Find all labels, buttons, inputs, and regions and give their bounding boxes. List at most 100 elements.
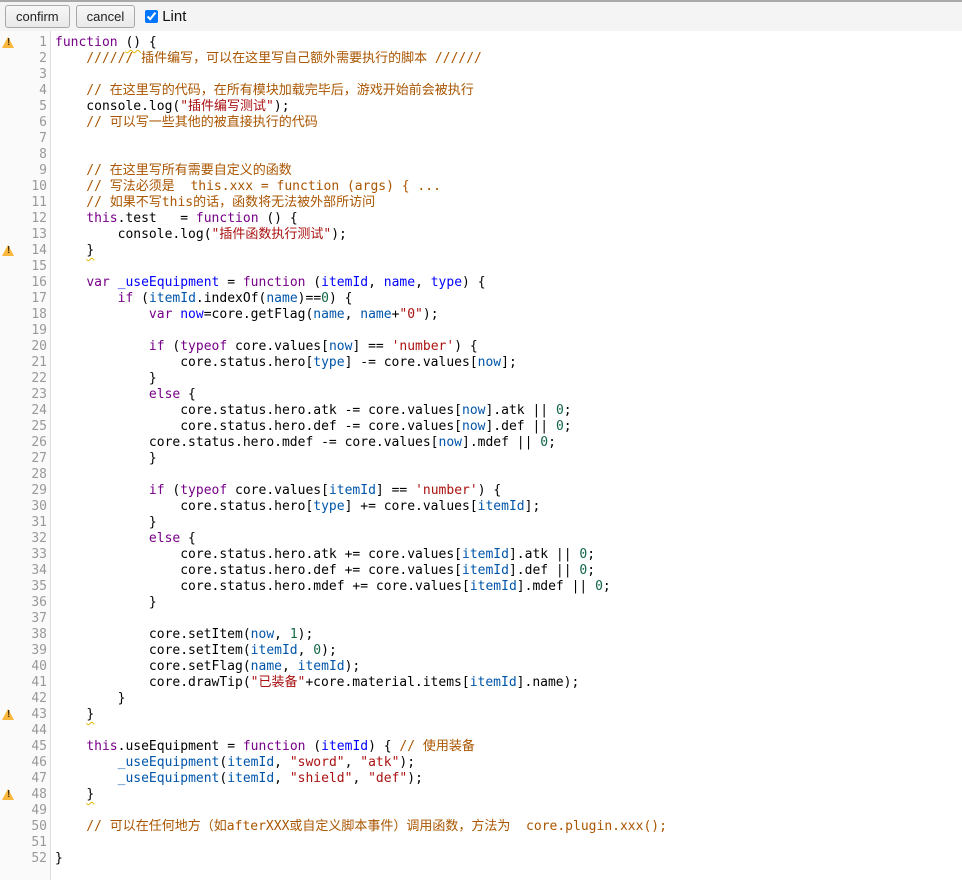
code-text[interactable]: core.status.hero.atk += core.values[item…	[47, 547, 595, 563]
code-text[interactable]: _useEquipment(itemId, "sword", "atk");	[47, 755, 415, 771]
code-text[interactable]: ////// 插件编写，可以在这里写自己额外需要执行的脚本 //////	[47, 51, 482, 67]
code-text[interactable]: this.test = function () {	[47, 211, 298, 227]
code-text[interactable]	[47, 467, 55, 483]
code-text[interactable]	[47, 147, 55, 163]
code-line[interactable]: 49	[0, 803, 962, 819]
code-line[interactable]: 33 core.status.hero.atk += core.values[i…	[0, 547, 962, 563]
code-line[interactable]: 11 // 如果不写this的话，函数将无法被外部所访问	[0, 195, 962, 211]
code-line[interactable]: 23 else {	[0, 387, 962, 403]
code-line[interactable]: 14 }	[0, 243, 962, 259]
code-text[interactable]: var _useEquipment = function (itemId, na…	[47, 275, 486, 291]
code-line[interactable]: 30 core.status.hero[type] += core.values…	[0, 499, 962, 515]
code-text[interactable]: _useEquipment(itemId, "shield", "def");	[47, 771, 423, 787]
code-text[interactable]: core.setFlag(name, itemId);	[47, 659, 360, 675]
code-text[interactable]: else {	[47, 387, 196, 403]
code-line[interactable]: 17 if (itemId.indexOf(name)==0) {	[0, 291, 962, 307]
code-line[interactable]: 5 console.log("插件编写测试");	[0, 99, 962, 115]
confirm-button[interactable]: confirm	[5, 5, 70, 28]
code-line[interactable]: 18 var now=core.getFlag(name, name+"0");	[0, 307, 962, 323]
code-text[interactable]: core.status.hero[type] -= core.values[no…	[47, 355, 517, 371]
code-text[interactable]: }	[47, 371, 157, 387]
code-text[interactable]: // 在这里写所有需要自定义的函数	[47, 163, 292, 179]
code-text[interactable]: }	[47, 243, 94, 259]
code-line[interactable]: 38 core.setItem(now, 1);	[0, 627, 962, 643]
code-line[interactable]: 19	[0, 323, 962, 339]
code-line[interactable]: 37	[0, 611, 962, 627]
code-line[interactable]: 4 // 在这里写的代码，在所有模块加载完毕后，游戏开始前会被执行	[0, 83, 962, 99]
code-line[interactable]: 13 console.log("插件函数执行测试");	[0, 227, 962, 243]
code-text[interactable]: this.useEquipment = function (itemId) { …	[47, 739, 475, 755]
code-text[interactable]: }	[47, 515, 157, 531]
code-line[interactable]: 52}	[0, 851, 962, 867]
code-line[interactable]: 22 }	[0, 371, 962, 387]
code-text[interactable]: }	[47, 451, 157, 467]
code-text[interactable]: core.drawTip("已装备"+core.material.items[i…	[47, 675, 579, 691]
code-text[interactable]	[47, 131, 55, 147]
code-line[interactable]: 10 // 写法必须是 this.xxx = function (args) {…	[0, 179, 962, 195]
code-line[interactable]: 16 var _useEquipment = function (itemId,…	[0, 275, 962, 291]
code-line[interactable]: 45 this.useEquipment = function (itemId)…	[0, 739, 962, 755]
code-line[interactable]: 51	[0, 835, 962, 851]
code-line[interactable]: 46 _useEquipment(itemId, "sword", "atk")…	[0, 755, 962, 771]
code-line[interactable]: 47 _useEquipment(itemId, "shield", "def"…	[0, 771, 962, 787]
code-text[interactable]: console.log("插件编写测试");	[47, 99, 290, 115]
code-line[interactable]: 41 core.drawTip("已装备"+core.material.item…	[0, 675, 962, 691]
code-text[interactable]: console.log("插件函数执行测试");	[47, 227, 347, 243]
code-text[interactable]: core.status.hero.atk -= core.values[now]…	[47, 403, 572, 419]
code-text[interactable]: // 可以写一些其他的被直接执行的代码	[47, 115, 318, 131]
code-text[interactable]: else {	[47, 531, 196, 547]
code-text[interactable]: // 在这里写的代码，在所有模块加载完毕后，游戏开始前会被执行	[47, 83, 474, 99]
code-line[interactable]: 28	[0, 467, 962, 483]
code-text[interactable]	[47, 323, 55, 339]
code-line[interactable]: 43 }	[0, 707, 962, 723]
code-text[interactable]	[47, 803, 55, 819]
lint-checkbox[interactable]	[145, 10, 158, 23]
code-text[interactable]: var now=core.getFlag(name, name+"0");	[47, 307, 439, 323]
code-line[interactable]: 48 }	[0, 787, 962, 803]
code-text[interactable]: // 写法必须是 this.xxx = function (args) { ..…	[47, 179, 441, 195]
code-line[interactable]: 50 // 可以在任何地方（如afterXXX或自定义脚本事件）调用函数，方法为…	[0, 819, 962, 835]
code-line[interactable]: 24 core.status.hero.atk -= core.values[n…	[0, 403, 962, 419]
code-text[interactable]: if (typeof core.values[now] == 'number')…	[47, 339, 478, 355]
code-line[interactable]: 35 core.status.hero.mdef += core.values[…	[0, 579, 962, 595]
code-text[interactable]: }	[47, 707, 94, 723]
code-line[interactable]: 20 if (typeof core.values[now] == 'numbe…	[0, 339, 962, 355]
code-line[interactable]: 2 ////// 插件编写，可以在这里写自己额外需要执行的脚本 //////	[0, 51, 962, 67]
code-line[interactable]: 44	[0, 723, 962, 739]
code-line[interactable]: 39 core.setItem(itemId, 0);	[0, 643, 962, 659]
code-text[interactable]	[47, 835, 55, 851]
lint-toggle[interactable]: Lint	[145, 8, 186, 25]
code-line[interactable]: 1function () {	[0, 35, 962, 51]
code-line[interactable]: 25 core.status.hero.def -= core.values[n…	[0, 419, 962, 435]
code-text[interactable]	[47, 259, 55, 275]
code-text[interactable]: // 可以在任何地方（如afterXXX或自定义脚本事件）调用函数，方法为 co…	[47, 819, 667, 835]
code-text[interactable]: }	[47, 595, 157, 611]
code-text[interactable]: }	[47, 787, 94, 803]
code-line[interactable]: 8	[0, 147, 962, 163]
code-text[interactable]: core.setItem(now, 1);	[47, 627, 313, 643]
code-line[interactable]: 36 }	[0, 595, 962, 611]
code-line[interactable]: 40 core.setFlag(name, itemId);	[0, 659, 962, 675]
code-text[interactable]: core.status.hero.def -= core.values[now]…	[47, 419, 572, 435]
code-line[interactable]: 21 core.status.hero[type] -= core.values…	[0, 355, 962, 371]
code-line[interactable]: 27 }	[0, 451, 962, 467]
code-line[interactable]: 42 }	[0, 691, 962, 707]
code-line[interactable]: 15	[0, 259, 962, 275]
code-line[interactable]: 6 // 可以写一些其他的被直接执行的代码	[0, 115, 962, 131]
code-text[interactable]	[47, 611, 55, 627]
code-text[interactable]: function () {	[47, 35, 157, 51]
code-text[interactable]: // 如果不写this的话，函数将无法被外部所访问	[47, 195, 375, 211]
code-text[interactable]: core.status.hero.mdef -= core.values[now…	[47, 435, 556, 451]
code-text[interactable]: core.status.hero.def += core.values[item…	[47, 563, 595, 579]
code-text[interactable]: }	[47, 691, 125, 707]
code-line[interactable]: 26 core.status.hero.mdef -= core.values[…	[0, 435, 962, 451]
code-text[interactable]: core.setItem(itemId, 0);	[47, 643, 337, 659]
cancel-button[interactable]: cancel	[76, 5, 136, 28]
code-line[interactable]: 7	[0, 131, 962, 147]
code-text[interactable]	[47, 67, 55, 83]
code-text[interactable]	[47, 723, 55, 739]
code-line[interactable]: 12 this.test = function () {	[0, 211, 962, 227]
code-line[interactable]: 31 }	[0, 515, 962, 531]
code-line[interactable]: 9 // 在这里写所有需要自定义的函数	[0, 163, 962, 179]
code-text[interactable]: core.status.hero.mdef += core.values[ite…	[47, 579, 611, 595]
